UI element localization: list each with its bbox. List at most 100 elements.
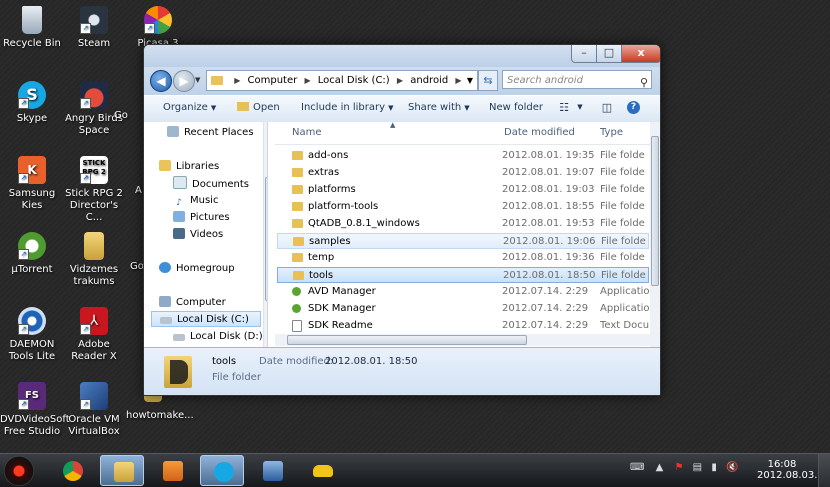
file-row[interactable]: samples 2012.08.01. 19:06 File folde [277,233,649,249]
taskbar-game[interactable] [300,455,344,486]
desktop-icon-utorrent[interactable]: ↗ µTorrent [0,232,64,276]
nav-scrollbar[interactable] [263,122,267,347]
desktop-icon-dvdvideosoft[interactable]: FS ↗ DVDVideoSoft Free Studio [0,382,70,438]
help-icon[interactable]: ? [627,101,640,114]
network-tray-icon[interactable]: ▤ [693,462,702,473]
column-header-date[interactable]: Date modified [504,122,575,144]
recent-pages-dropdown[interactable]: ▼ [195,76,203,84]
address-dropdown-button[interactable]: ▼ [463,70,478,91]
refresh-button[interactable]: ⇆ [478,70,498,91]
nav-item-pictures[interactable]: Pictures [173,210,230,226]
file-row[interactable]: platform-tools 2012.08.01. 18:55 File fold… [277,199,649,215]
desktop-icon-samsung-kies[interactable]: K ↗ Samsung Kies [0,156,64,212]
search-input[interactable]: Search android ⚲ [502,70,652,89]
preview-pane-icon[interactable]: ◫ [599,101,615,115]
share-with-button[interactable]: Share with ▼ [408,102,470,113]
open-button[interactable]: Open [237,102,280,113]
file-row[interactable]: extras 2012.08.01. 19:07 File folde [277,165,649,181]
minimize-button[interactable]: – [571,45,597,63]
details-pane: tools Date modified: 2012.08.01. 18:50 F… [144,347,660,395]
chrome-icon [63,461,83,481]
file-row[interactable]: platforms 2012.08.01. 19:03 File folde [277,182,649,198]
desktop-icon-virtualbox[interactable]: ↗ Oracle VM VirtualBox [62,382,126,438]
horizontal-scrollbar[interactable] [275,334,650,346]
volume-muted-icon[interactable]: 🔇 [726,462,738,473]
nav-item-music[interactable]: ♪ Music [173,193,218,209]
desktop-icon-skype[interactable]: S ↗ Skype [0,81,64,125]
car-icon [313,465,333,477]
keyboard-icon[interactable]: ⌨ [630,462,644,473]
column-header-name[interactable]: Name [292,122,322,144]
chevron-down-icon: ▼ [466,76,474,85]
nav-item-local-disk-c[interactable]: Local Disk (C:) [151,311,261,327]
view-options-icon[interactable]: ☷ [556,101,572,115]
explorer-window[interactable]: – □ x ◀ ▶ ▼ ▶ Computer ▶ Local Disk (C:)… [143,44,661,396]
breadcrumb-computer[interactable]: Computer [248,75,298,86]
nav-item-documents[interactable]: Documents [173,176,249,192]
file-row[interactable]: AVD Manager 2012.07.14. 2:29 Applicatio [277,284,650,300]
desktop-icon-howtomake[interactable]: howtomake... [126,390,194,422]
system-tray: ⌨ ▲ ⚑ ▤ ▮ 🔇 [630,462,738,473]
column-headers: Name ▲ Date modified Type [275,122,650,145]
action-center-flag-icon[interactable]: ⚑ [675,462,684,473]
desktop-icon-vidzemes[interactable]: Vidzemes trakums [62,232,126,288]
show-hidden-icons-icon[interactable]: ▲ [656,462,664,473]
forward-button[interactable]: ▶ [173,70,195,92]
back-button[interactable]: ◀ [150,70,172,92]
documents-icon [173,176,187,189]
breadcrumb-android[interactable]: android [410,75,448,86]
vertical-scrollbar-thumb[interactable] [651,136,659,286]
details-date-label: Date modified: [259,356,334,367]
vertical-scrollbar[interactable] [650,122,660,347]
start-button[interactable] [4,456,34,486]
file-row[interactable]: SDK Manager 2012.07.14. 2:29 Applicatio [277,301,650,317]
breadcrumb-separator-icon[interactable]: ▶ [455,76,461,85]
breadcrumb-separator-icon[interactable]: ▶ [234,76,240,85]
title-bar[interactable]: – □ x [144,45,660,67]
nav-item-local-disk-d[interactable]: Local Disk (D:) [173,329,263,345]
file-row[interactable]: temp 2012.08.01. 19:36 File folde [277,250,649,266]
nav-item-videos[interactable]: Videos [173,227,223,243]
nav-scrollbar-thumb[interactable] [265,177,267,301]
desktop-icon-stick-rpg[interactable]: STICK RPG 2 ↗ Stick RPG 2 Director's C... [62,156,126,224]
file-row-selected[interactable]: tools 2012.08.01. 18:50 File folde [277,267,649,283]
nav-item-homegroup[interactable]: Homegroup [159,261,235,277]
desktop-icon-steam[interactable]: ↗ Steam [62,6,126,50]
address-bar[interactable]: ▶ Computer ▶ Local Disk (C:) ▶ android ▶ [206,70,478,91]
column-header-type[interactable]: Type [600,122,623,144]
desktop-icon-recycle-bin[interactable]: Recycle Bin [0,6,64,50]
desktop-icon-daemon-tools[interactable]: ↗ DAEMON Tools Lite [0,307,64,363]
signal-icon[interactable]: ▮ [711,462,717,473]
desktop-icon-adobe-reader[interactable]: ⅄ ↗ Adobe Reader X [62,307,126,363]
new-folder-button[interactable]: New folder [489,102,543,113]
taskbar-explorer[interactable] [100,455,144,486]
nav-item-recent-places[interactable]: Recent Places [167,125,254,141]
show-desktop-button[interactable] [818,454,830,487]
taskbar-chrome[interactable] [50,455,94,486]
close-button[interactable]: x [621,45,660,63]
file-row[interactable]: QtADB_0.8.1_windows 2012.08.01. 19:53 File… [277,216,649,232]
include-in-library-button[interactable]: Include in library ▼ [301,102,393,113]
nav-item-libraries[interactable]: Libraries [159,159,219,175]
breadcrumb-local-disk-c[interactable]: Local Disk (C:) [318,75,390,86]
breadcrumb-separator-icon[interactable]: ▶ [304,76,310,85]
nav-item-computer[interactable]: Computer [159,295,226,311]
breadcrumb-separator-icon[interactable]: ▶ [397,76,403,85]
file-row[interactable]: add-ons 2012.08.01. 19:35 File folde [277,148,649,164]
view-dropdown-icon[interactable]: ▼ [572,103,588,117]
taskbar-skype[interactable] [200,455,244,486]
maximize-button[interactable]: □ [596,45,622,63]
pictures-icon [173,211,185,222]
taskbar-network[interactable] [250,455,294,486]
desktop-icon-angry-birds[interactable]: ↗ Angry Birds Space [62,81,126,137]
steam-icon: ↗ [80,6,108,34]
daemon-tools-icon: ↗ [18,307,46,335]
horizontal-scrollbar-thumb[interactable] [287,335,527,345]
organize-button[interactable]: Organize ▼ [163,102,216,113]
file-row[interactable]: SDK Readme 2012.07.14. 2:29 Text Docu [277,318,649,334]
desktop-icon-partial-1[interactable]: Go [114,110,144,122]
folder-icon [292,151,303,160]
clock[interactable]: 16:08 2012.08.03. [757,459,817,481]
search-icon[interactable]: ⚲ [640,73,648,92]
taskbar-media-player[interactable] [150,455,194,486]
